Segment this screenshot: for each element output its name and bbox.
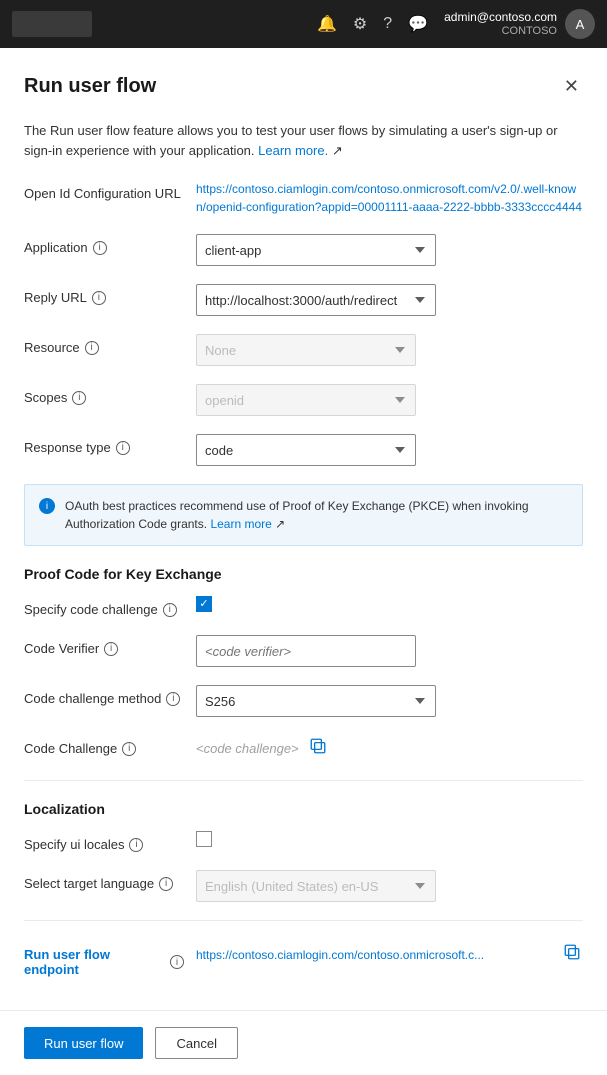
reply-url-info-icon: i <box>92 291 106 305</box>
learn-more-link[interactable]: Learn more. <box>258 143 328 158</box>
openid-row: Open Id Configuration URL https://contos… <box>24 180 583 216</box>
openid-label: Open Id Configuration URL <box>24 180 184 201</box>
main-panel: Run user flow ✕ The Run user flow featur… <box>0 48 607 1075</box>
target-language-label: Select target language i <box>24 870 184 891</box>
code-verifier-info-icon: i <box>104 642 118 656</box>
close-button[interactable]: ✕ <box>560 72 583 101</box>
panel-title: Run user flow <box>24 75 156 98</box>
response-type-label: Response type i <box>24 434 184 455</box>
response-type-value: code <box>196 434 583 466</box>
info-banner-icon: i <box>39 498 55 514</box>
scopes-row: Scopes i openid <box>24 384 583 416</box>
code-verifier-input[interactable] <box>196 635 416 667</box>
code-challenge-value-wrapper: <code challenge> <box>196 735 583 762</box>
application-select[interactable]: client-app <box>196 234 436 266</box>
settings-icon[interactable]: ⚙ <box>353 14 367 34</box>
target-language-select[interactable]: English (United States) en-US <box>196 870 436 902</box>
reply-url-select[interactable]: http://localhost:3000/auth/redirect <box>196 284 436 316</box>
code-challenge-row: Code Challenge i <code challenge> <box>24 735 583 762</box>
endpoint-value-wrapper: https://contoso.ciamlogin.com/contoso.on… <box>196 941 583 968</box>
search-input[interactable] <box>12 11 92 37</box>
resource-value: None <box>196 334 583 366</box>
reply-url-row: Reply URL i http://localhost:3000/auth/r… <box>24 284 583 316</box>
specify-code-challenge-label: Specify code challenge i <box>24 596 184 617</box>
code-challenge-copy-button[interactable] <box>307 735 329 762</box>
reply-url-value: http://localhost:3000/auth/redirect <box>196 284 583 316</box>
user-profile[interactable]: admin@contoso.com CONTOSO A <box>444 9 595 39</box>
specify-locale-checkbox[interactable] <box>196 831 212 847</box>
reply-url-label: Reply URL i <box>24 284 184 305</box>
scopes-info-icon: i <box>72 391 86 405</box>
code-challenge-label: Code Challenge i <box>24 735 184 756</box>
application-row: Application i client-app <box>24 234 583 266</box>
info-banner-text: OAuth best practices recommend use of Pr… <box>65 497 568 533</box>
panel-header: Run user flow ✕ <box>24 72 583 101</box>
response-type-info-icon: i <box>116 441 130 455</box>
scopes-select[interactable]: openid <box>196 384 416 416</box>
code-challenge-method-value: S256 <box>196 685 583 717</box>
code-verifier-label: Code Verifier i <box>24 635 184 656</box>
chat-icon[interactable]: 💬 <box>408 14 428 34</box>
localization-section-title: Localization <box>24 801 583 817</box>
specify-code-challenge-info-icon: i <box>163 603 177 617</box>
code-challenge-info-icon: i <box>122 742 136 756</box>
info-banner: i OAuth best practices recommend use of … <box>24 484 583 546</box>
endpoint-copy-button[interactable] <box>561 941 583 968</box>
code-challenge-text: <code challenge> <box>196 741 299 756</box>
divider <box>24 780 583 781</box>
specify-code-challenge-row: Specify code challenge i ✓ <box>24 596 583 617</box>
topbar-left <box>12 11 301 37</box>
target-language-info-icon: i <box>159 877 173 891</box>
endpoint-row: Run user flow endpoint i https://contoso… <box>24 941 583 977</box>
help-icon[interactable]: ? <box>383 15 392 33</box>
resource-row: Resource i None <box>24 334 583 366</box>
code-challenge-method-row: Code challenge method i S256 <box>24 685 583 717</box>
code-verifier-value <box>196 635 583 667</box>
code-challenge-method-info-icon: i <box>166 692 180 706</box>
code-verifier-row: Code Verifier i <box>24 635 583 667</box>
response-type-row: Response type i code <box>24 434 583 466</box>
specify-locale-label: Specify ui locales i <box>24 831 184 852</box>
openid-value: https://contoso.ciamlogin.com/contoso.on… <box>196 180 583 216</box>
description-text: The Run user flow feature allows you to … <box>24 121 583 160</box>
code-challenge-method-label: Code challenge method i <box>24 685 184 706</box>
checkmark-icon: ✓ <box>199 599 208 610</box>
scopes-value: openid <box>196 384 583 416</box>
endpoint-label-text: Run user flow endpoint <box>24 947 165 977</box>
action-bar: Run user flow Cancel <box>0 1010 607 1075</box>
endpoint-url-text: https://contoso.ciamlogin.com/contoso.on… <box>196 948 553 962</box>
target-language-value: English (United States) en-US <box>196 870 583 902</box>
application-label: Application i <box>24 234 184 255</box>
endpoint-divider <box>24 920 583 921</box>
specify-locale-checkbox-wrapper <box>196 831 583 847</box>
specify-locale-row: Specify ui locales i <box>24 831 583 852</box>
avatar[interactable]: A <box>565 9 595 39</box>
specify-code-challenge-checkbox-wrapper: ✓ <box>196 596 583 612</box>
resource-label: Resource i <box>24 334 184 355</box>
endpoint-label: Run user flow endpoint i <box>24 941 184 977</box>
bell-icon[interactable]: 🔔 <box>317 14 337 34</box>
user-tenant: CONTOSO <box>444 25 557 38</box>
endpoint-info-icon: i <box>170 955 184 969</box>
specify-code-challenge-checkbox[interactable]: ✓ <box>196 596 212 612</box>
resource-info-icon: i <box>85 341 99 355</box>
application-value: client-app <box>196 234 583 266</box>
user-name: admin@contoso.com CONTOSO <box>444 10 557 38</box>
response-type-select[interactable]: code <box>196 434 416 466</box>
pkce-section-title: Proof Code for Key Exchange <box>24 566 583 582</box>
topbar: 🔔 ⚙ ? 💬 admin@contoso.com CONTOSO A <box>0 0 607 48</box>
specify-code-challenge-value: ✓ <box>196 596 583 612</box>
code-challenge-method-select[interactable]: S256 <box>196 685 436 717</box>
application-info-icon: i <box>93 241 107 255</box>
scopes-label: Scopes i <box>24 384 184 405</box>
info-banner-learn-more-link[interactable]: Learn more <box>210 517 271 531</box>
resource-select[interactable]: None <box>196 334 416 366</box>
specify-locale-info-icon: i <box>129 838 143 852</box>
specify-locale-value <box>196 831 583 847</box>
target-language-row: Select target language i English (United… <box>24 870 583 902</box>
